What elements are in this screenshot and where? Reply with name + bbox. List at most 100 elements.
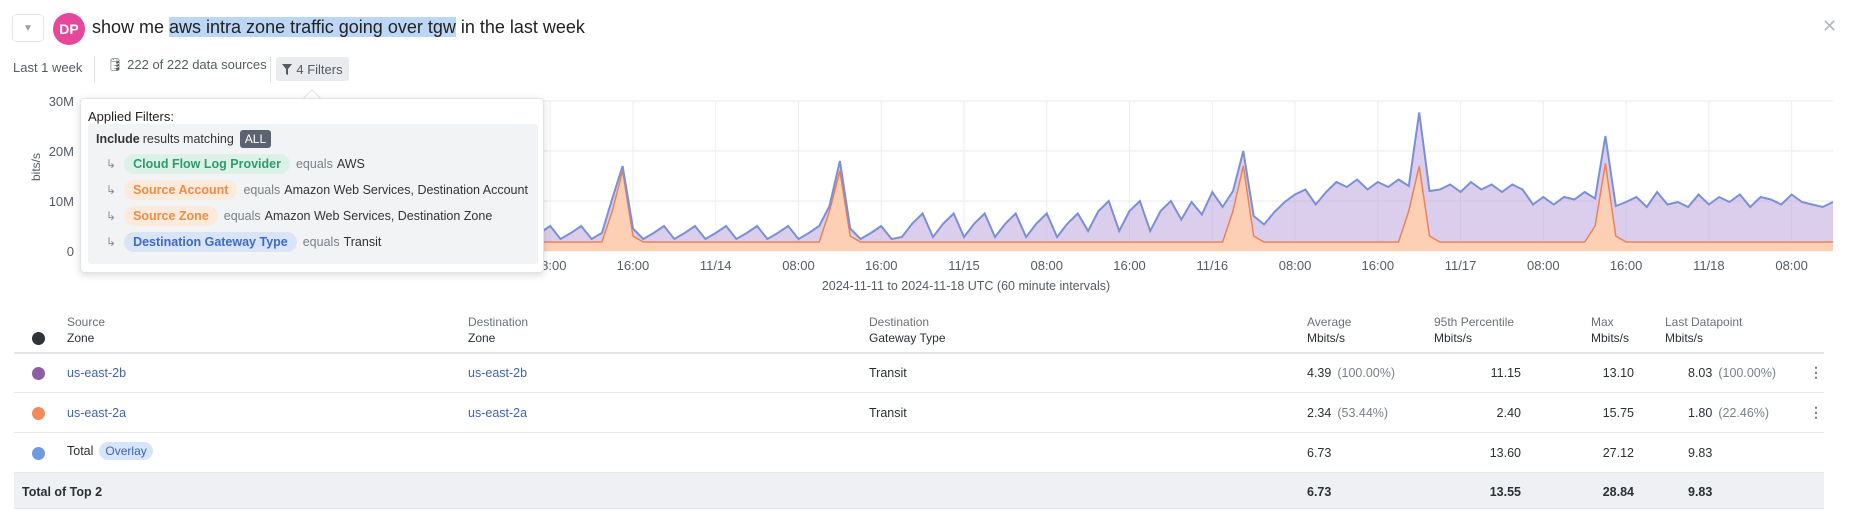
p95-cell: 13.55 — [1489, 485, 1521, 499]
query-prefix: show me — [92, 17, 170, 37]
filter-icon — [282, 63, 293, 75]
avg-cell: 2.34 (53.44%) — [1307, 406, 1389, 420]
source-zone-link[interactable]: us-east-2b — [67, 366, 126, 380]
filter-row: ↳ Source Account equals Amazon Web Services… — [106, 180, 528, 200]
header-line2: Zone — [468, 331, 496, 345]
avg-cell: 6.73 — [1307, 446, 1332, 460]
header-line1: Max — [1591, 315, 1614, 329]
query-dropdown-button[interactable]: ▼ — [12, 14, 44, 42]
filter-row: ↳ Cloud Flow Log Provider equals AWS — [106, 154, 365, 174]
destination-zone-link[interactable]: us-east-2a — [468, 406, 527, 420]
y-tick-label: 20M — [49, 144, 74, 159]
total-label: Total Overlay — [67, 442, 153, 460]
query-highlight: aws intra zone traffic going over tgw — [169, 17, 456, 37]
y-tick-label: 10M — [49, 194, 74, 209]
close-icon[interactable]: ✕ — [1822, 16, 1837, 37]
more-options-icon[interactable]: ⋮ — [1809, 364, 1823, 381]
more-options-icon[interactable]: ⋮ — [1809, 404, 1823, 421]
subitem-arrow-icon: ↳ — [106, 209, 117, 223]
gateway-type-cell: Transit — [869, 366, 907, 380]
p95-cell: 2.40 — [1496, 406, 1521, 420]
top-total-row: Total of Top 2 6.73 13.55 28.84 9.83 — [14, 473, 1824, 509]
x-tick-label: 16:00 — [617, 258, 650, 273]
x-tick-label: 16:00 — [1362, 258, 1395, 273]
applied-filters-popup: Applied Filters: Include results matching… — [80, 98, 544, 273]
column-header[interactable]: Source Zone — [67, 314, 105, 346]
header-line1: 95th Percentile — [1434, 315, 1515, 329]
max-cell: 15.75 — [1602, 406, 1634, 420]
legend-all-dot[interactable] — [32, 332, 45, 345]
destination-zone-link[interactable]: us-east-2b — [468, 366, 527, 380]
header-line2: Zone — [67, 331, 95, 345]
avg-cell: 4.39 (100.00%) — [1307, 366, 1396, 380]
x-tick-label: 08:00 — [1279, 258, 1312, 273]
divider — [270, 56, 271, 82]
data-sources-label: 222 of 222 data sources — [127, 57, 267, 72]
table-row[interactable]: us-east-2a us-east-2a Transit 2.34 (53.44… — [14, 394, 1824, 433]
gateway-type-cell: Transit — [869, 406, 907, 420]
total-row[interactable]: Total Overlay 6.73 13.60 27.12 9.83 — [14, 434, 1824, 473]
x-tick-label: 08:00 — [782, 258, 815, 273]
overlay-badge: Overlay — [99, 442, 153, 460]
filter-value: Transit — [343, 235, 382, 249]
column-header[interactable]: Destination Gateway Type — [869, 314, 946, 346]
x-tick-label: 08:00 — [1775, 258, 1808, 273]
filter-field-tag[interactable]: Source Zone — [124, 206, 218, 226]
series-color-dot[interactable] — [32, 407, 45, 420]
y-tick-label: 0 — [67, 244, 74, 259]
filter-row: ↳ Source Zone equals Amazon Web Services, D… — [106, 206, 492, 226]
series-color-dot[interactable] — [32, 447, 45, 460]
filter-operator: equals — [223, 209, 261, 223]
match-mode-badge[interactable]: ALL — [239, 130, 272, 148]
filter-operator: equals — [302, 235, 340, 249]
header-line2: Mbits/s — [1307, 331, 1346, 345]
source-zone-link[interactable]: us-east-2a — [67, 406, 126, 420]
x-tick-label: 08:00 — [1030, 258, 1063, 273]
subitem-arrow-icon: ↳ — [106, 235, 117, 249]
query-suffix: in the last week — [455, 17, 585, 37]
data-sources[interactable]: 🛢 222 of 222 data sources — [107, 57, 267, 73]
x-tick-label: 16:00 — [865, 258, 898, 273]
table-row[interactable]: us-east-2b us-east-2b Transit 4.39 (100.0… — [14, 354, 1824, 393]
series-color-dot[interactable] — [32, 367, 45, 380]
x-axis-caption: 2024-11-11 to 2024-11-18 UTC (60 minute … — [822, 279, 1110, 293]
filter-value: Amazon Web Services, Destination Zone — [264, 209, 493, 223]
column-header[interactable]: 95th Percentile Mbits/s — [1434, 314, 1514, 346]
filters-label: 4 Filters — [296, 61, 343, 77]
last-cell: 9.83 — [1688, 485, 1713, 499]
database-icon: 🛢 — [107, 57, 124, 72]
last-cell: 8.03 (100.00%) — [1688, 366, 1777, 380]
matching-label: results matching — [142, 132, 234, 146]
filter-field-tag[interactable]: Cloud Flow Log Provider — [124, 154, 290, 174]
filter-group: Include results matching ALL ↳ Cloud Flow L… — [88, 124, 538, 264]
last-cell: 9.83 — [1688, 446, 1713, 460]
header-line1: Destination — [468, 315, 529, 329]
filters-button[interactable]: 4 Filters — [276, 57, 349, 81]
x-tick-label: 11/16 — [1196, 258, 1228, 273]
include-label: Include — [96, 132, 140, 146]
header-line2: Mbits/s — [1665, 331, 1704, 345]
time-range[interactable]: Last 1 week — [13, 60, 82, 75]
divider — [94, 56, 95, 82]
last-cell: 1.80 (22.46%) — [1688, 406, 1770, 420]
filter-value: Amazon Web Services, Destination Account — [284, 183, 528, 197]
header-line1: Destination — [869, 315, 930, 329]
header-line2: Mbits/s — [1434, 331, 1473, 345]
header-line1: Source — [67, 315, 106, 329]
filter-row: ↳ Destination Gateway Type equals Transit — [106, 232, 381, 252]
max-cell: 28.84 — [1602, 485, 1634, 499]
column-header[interactable]: Max Mbits/s — [1591, 314, 1629, 346]
filter-field-tag[interactable]: Destination Gateway Type — [124, 232, 297, 252]
column-header[interactable]: Destination Zone — [468, 314, 528, 346]
filter-operator: equals — [243, 183, 281, 197]
header-line2: Mbits/s — [1591, 331, 1630, 345]
filter-field-tag[interactable]: Source Account — [124, 180, 238, 200]
subitem-arrow-icon: ↳ — [106, 183, 117, 197]
column-header[interactable]: Average Mbits/s — [1307, 314, 1351, 346]
filter-operator: equals — [295, 157, 333, 171]
max-cell: 27.12 — [1602, 446, 1634, 460]
x-tick-label: 11/15 — [948, 258, 980, 273]
column-header[interactable]: Last Datapoint Mbits/s — [1665, 314, 1742, 346]
header-line2: Gateway Type — [869, 331, 946, 345]
max-cell: 13.10 — [1602, 366, 1634, 380]
